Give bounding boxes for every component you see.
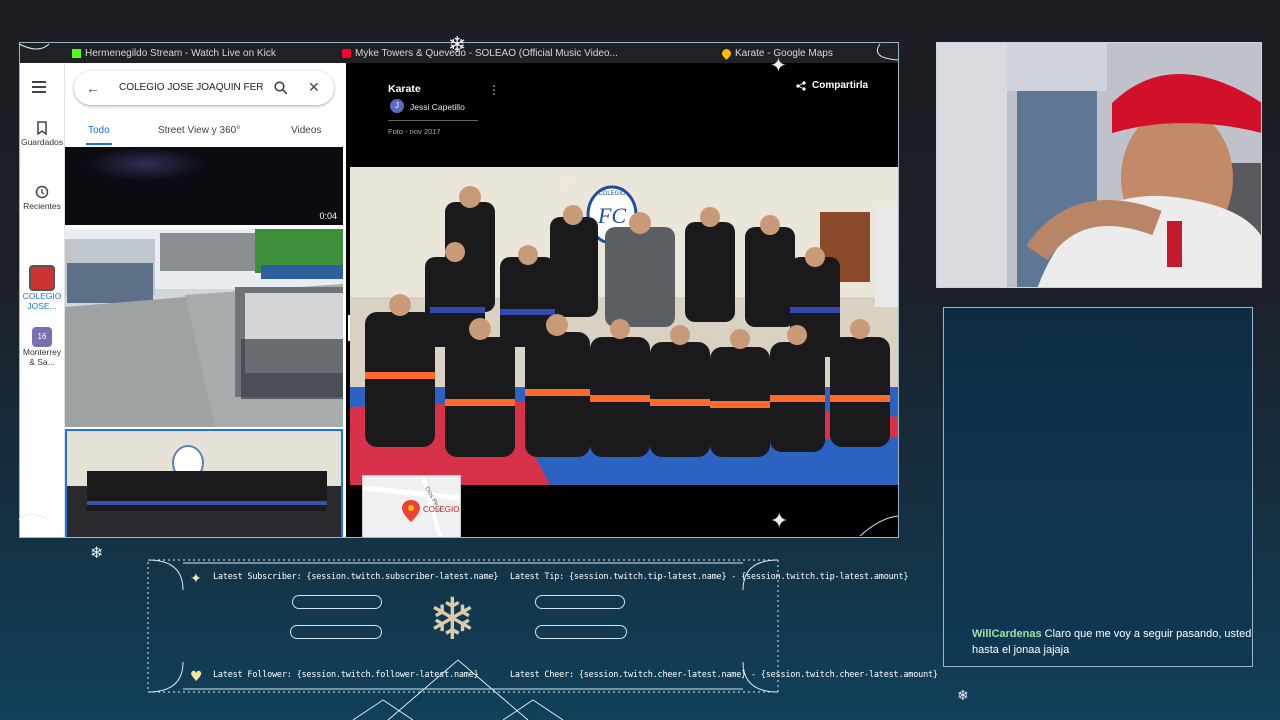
chat-message: WillCardenas Claro que me voy a seguir p… [972,626,1280,658]
heart-icon: ♥ [190,669,203,685]
snowflake-icon: ❄ [557,172,572,193]
decor-pill [535,595,625,609]
latest-tip: Latest Tip: {session.twitch.tip-latest.n… [510,572,909,582]
snowflake-icon: ❄ [90,543,103,562]
chat-message-line1: Claro que me voy a seguir pasando, usted [1044,628,1252,640]
chat-username: WillCardenas [972,628,1042,640]
latest-subscriber: Latest Subscriber: {session.twitch.subsc… [213,572,499,582]
star-icon: ✦ [190,571,202,587]
webcam-feed [936,42,1262,288]
snowflake-icon: ❄ [448,33,466,58]
snowflake-icon: ❄ [957,688,969,704]
snowflake-icon: ❄ [428,585,477,653]
stream-overlay: { "browser": { "tabs": [ {"label": "Herm… [0,0,1280,720]
latest-cheer: Latest Cheer: {session.twitch.cheer-late… [510,670,938,680]
chat-message-line2: hasta el jonaa jajaja [972,644,1070,656]
decor-pill [292,595,382,609]
chat-box: WillCardenas Claro que me voy a seguir p… [943,307,1253,667]
streamer-camera [937,43,1261,287]
decor-pill [535,625,627,639]
sparkle-icon: ✦ [770,53,787,77]
decor-pill [290,625,382,639]
sparkle-icon: ✦ [770,509,788,534]
latest-follower: Latest Follower: {session.twitch.followe… [213,670,479,680]
